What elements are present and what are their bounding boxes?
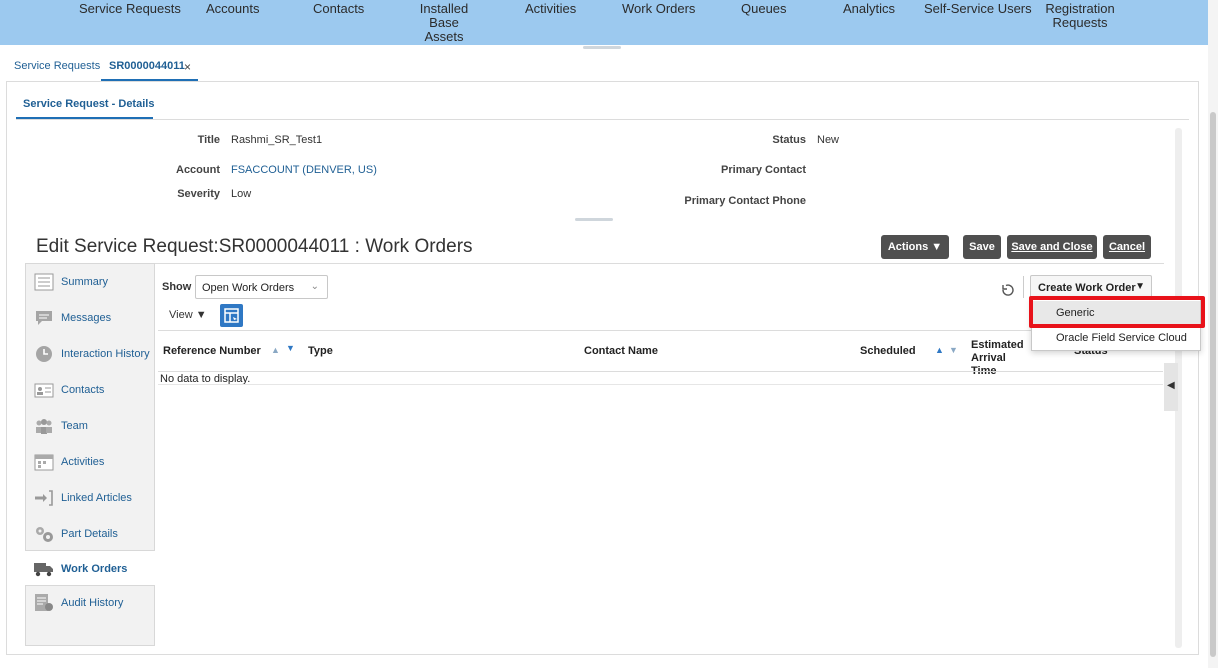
linked-articles-icon [35,490,53,506]
nav-activities[interactable]: Activities [525,2,576,16]
nav-drag-handle[interactable] [583,46,621,49]
summary-icon [34,273,54,291]
sidenav-audit-history[interactable]: Audit History [26,585,154,621]
toolbar-separator [1023,276,1024,298]
sort-ascending-icon[interactable]: ▲ [271,345,280,355]
sidenav-part-details[interactable]: Part Details [26,516,154,552]
sidenav-activities[interactable]: Activities [26,444,154,480]
title-value: Rashmi_SR_Test1 [231,134,323,146]
sidenav-summary-label: Summary [61,276,109,288]
title-divider [26,263,1164,264]
create-work-order-button[interactable]: Create Work Order ▼ [1030,275,1152,299]
caret-left-icon: ◀ [1167,380,1175,391]
close-tab-icon[interactable]: × [184,60,191,74]
messages-icon [36,311,52,325]
sidenav-activities-label: Activities [61,456,105,468]
account-link[interactable]: FSACCOUNT (DENVER, US) [231,164,377,176]
clock-icon [36,346,52,362]
nav-analytics[interactable]: Analytics [843,2,895,16]
sidenav-messages[interactable]: Messages [26,300,154,336]
table-row-rule [158,384,1163,385]
calendar-icon [34,454,54,471]
page-scrollbar-thumb[interactable] [1210,112,1216,657]
tab-service-request-details[interactable]: Service Request - Details [23,98,154,110]
sidenav-work-orders[interactable]: Work Orders [25,550,155,586]
view-menu-button[interactable]: View ▼ [169,309,207,321]
breadcrumb-active-sr[interactable]: SR0000044011 [109,60,185,72]
save-and-close-button[interactable]: Save and Close [1007,235,1097,259]
sidenav-audit-history-label: Audit History [61,597,124,609]
primary-contact-label: Primary Contact [721,164,806,176]
sidenav-interaction-history[interactable]: Interaction History [26,336,154,372]
create-work-order-menu: Generic Oracle Field Service Cloud [1031,298,1201,351]
side-navigation: Summary Messages Interaction History Con… [25,263,155,646]
sidenav-team-label: Team [61,420,88,432]
top-navigation-bar: Service Requests Accounts Contacts Insta… [0,0,1208,45]
create-work-order-label: Create Work Order [1038,282,1136,294]
collapse-panel-button[interactable]: ◀ [1164,363,1178,411]
sidenav-team[interactable]: Team [26,408,154,444]
caret-down-icon: ▼ [1135,281,1145,292]
sidenav-linked-articles[interactable]: Linked Articles [26,480,154,516]
menu-item-oracle-field-service-cloud-label: Oracle Field Service Cloud [1056,332,1187,344]
sort-descending-icon[interactable]: ▼ [286,343,295,353]
table-header-top-rule [158,330,1163,331]
sort-descending-icon[interactable]: ▼ [949,345,958,355]
nav-accounts[interactable]: Accounts [206,2,259,16]
title-label: Title [197,134,220,146]
audit-icon [35,594,53,611]
breadcrumb-service-requests[interactable]: Service Requests [14,60,100,72]
status-label: Status [772,134,806,146]
sidenav-linked-articles-label: Linked Articles [61,492,132,504]
sidenav-part-details-label: Part Details [61,528,118,540]
column-contact-name[interactable]: Contact Name [584,345,658,358]
severity-value: Low [231,188,252,200]
column-reference-number[interactable]: Reference Number [163,345,261,358]
section-drag-handle[interactable] [575,218,613,221]
menu-item-generic[interactable]: Generic [1032,301,1200,325]
menu-item-oracle-field-service-cloud[interactable]: Oracle Field Service Cloud [1032,326,1200,350]
contact-card-icon [34,383,54,398]
show-filter-select[interactable]: Open Work Orders ⌄ [195,275,328,299]
truck-icon [34,563,53,577]
app-root: Service Requests Accounts Contacts Insta… [0,0,1218,668]
column-type[interactable]: Type [308,345,333,358]
freeze-icon [224,308,239,323]
nav-contacts[interactable]: Contacts [313,2,364,16]
page-title: Edit Service Request:SR0000044011 : Work… [36,236,473,257]
nav-queues[interactable]: Queues [741,2,787,16]
primary-contact-phone-label: Primary Contact Phone [684,195,806,207]
severity-label: Severity [177,188,220,200]
column-scheduled[interactable]: Scheduled [860,345,916,358]
chevron-down-icon: ⌄ [310,281,319,292]
nav-self-service-users[interactable]: Self-Service Users [924,2,1032,16]
sidenav-contacts-label: Contacts [61,384,105,396]
sidenav-work-orders-label: Work Orders [61,563,128,575]
save-button[interactable]: Save [963,235,1001,259]
account-label: Account [176,164,220,176]
freeze-columns-button[interactable] [220,304,243,327]
nav-installed-base-assets[interactable]: Installed Base Assets [404,2,484,44]
refresh-icon[interactable] [1000,282,1016,298]
menu-item-generic-label: Generic [1056,307,1095,319]
nav-service-requests[interactable]: Service Requests [79,2,181,16]
show-filter-value: Open Work Orders [202,282,295,294]
column-estimated-arrival-time[interactable]: Estimated Arrival Time [971,339,1029,378]
nav-registration-requests[interactable]: Registration Requests [1044,2,1116,30]
sidenav-messages-label: Messages [61,312,112,324]
cancel-button[interactable]: Cancel [1103,235,1151,259]
sort-ascending-icon[interactable]: ▲ [935,345,944,355]
sidenav-summary[interactable]: Summary [26,264,154,300]
sidenav-interaction-history-label: Interaction History [61,348,150,360]
table-header-bottom-rule [158,371,1163,372]
page-scrollbar[interactable] [1208,0,1218,668]
nav-work-orders[interactable]: Work Orders [622,2,695,16]
gears-icon [36,527,53,542]
team-icon [36,419,52,434]
status-value: New [817,134,840,146]
sidenav-contacts[interactable]: Contacts [26,372,154,408]
actions-button[interactable]: Actions ▼ [881,235,949,259]
show-label: Show [162,281,192,293]
